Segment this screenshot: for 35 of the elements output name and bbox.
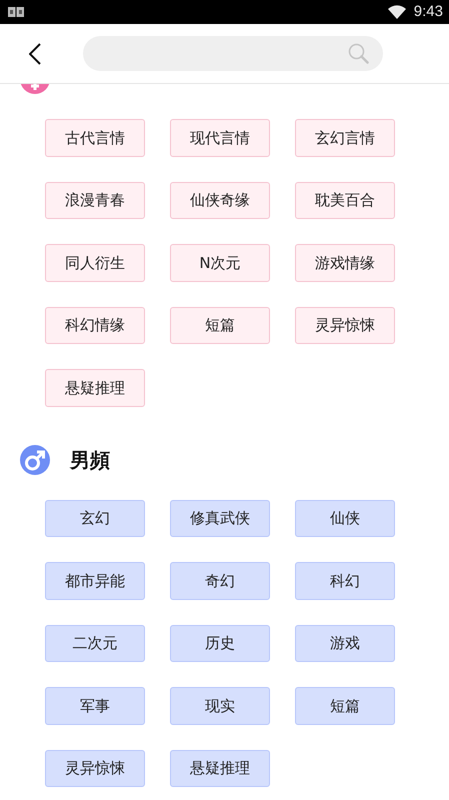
genre-tag[interactable]: 军事 xyxy=(45,687,145,724)
genre-tag[interactable]: 浪漫青春 xyxy=(45,182,145,219)
genre-tag[interactable]: 玄幻言情 xyxy=(295,119,395,156)
genre-tag[interactable]: 游戏 xyxy=(295,624,395,662)
genre-tag[interactable]: 科幻 xyxy=(295,562,395,600)
genre-tag[interactable]: 古代言情 xyxy=(45,119,145,156)
genre-tag[interactable]: 仙侠奇缘 xyxy=(170,182,270,219)
book-icon xyxy=(8,7,24,17)
back-icon[interactable] xyxy=(29,42,41,64)
genre-tag[interactable]: 耽美百合 xyxy=(295,182,395,219)
genre-tag[interactable]: 玄幻 xyxy=(45,500,145,537)
genre-tag[interactable]: 现代言情 xyxy=(170,119,270,156)
genre-tag[interactable]: 短篇 xyxy=(295,687,395,724)
genre-tag[interactable]: 科幻情缘 xyxy=(45,306,145,344)
male-icon xyxy=(20,444,50,474)
clock-time: 9:43 xyxy=(414,2,443,22)
genre-tag[interactable]: 灵异惊悚 xyxy=(295,306,395,344)
genre-tag[interactable]: 二次元 xyxy=(45,624,145,662)
genre-tag[interactable]: 历史 xyxy=(170,624,270,662)
genre-tag[interactable]: 灵异惊悚 xyxy=(45,750,145,787)
genre-tag[interactable]: 短篇 xyxy=(170,306,270,344)
genre-tag[interactable]: 奇幻 xyxy=(170,562,270,600)
search-field[interactable] xyxy=(83,36,383,71)
genre-tag[interactable]: 都市异能 xyxy=(45,562,145,600)
wifi-icon xyxy=(388,5,406,19)
section-title: 男頻 xyxy=(70,446,110,474)
genre-tag[interactable]: 仙侠 xyxy=(295,500,395,537)
genre-tag[interactable]: 悬疑推理 xyxy=(170,750,270,787)
genre-tag[interactable]: 同人衍生 xyxy=(45,244,145,282)
search-icon[interactable] xyxy=(348,43,369,64)
genre-tag[interactable]: N次元 xyxy=(170,244,270,282)
genre-tag[interactable]: 修真武侠 xyxy=(170,500,270,537)
genre-tag[interactable]: 现实 xyxy=(170,687,270,724)
genre-tag[interactable]: 游戏情缘 xyxy=(295,244,395,282)
genre-tag[interactable]: 悬疑推理 xyxy=(45,369,145,406)
